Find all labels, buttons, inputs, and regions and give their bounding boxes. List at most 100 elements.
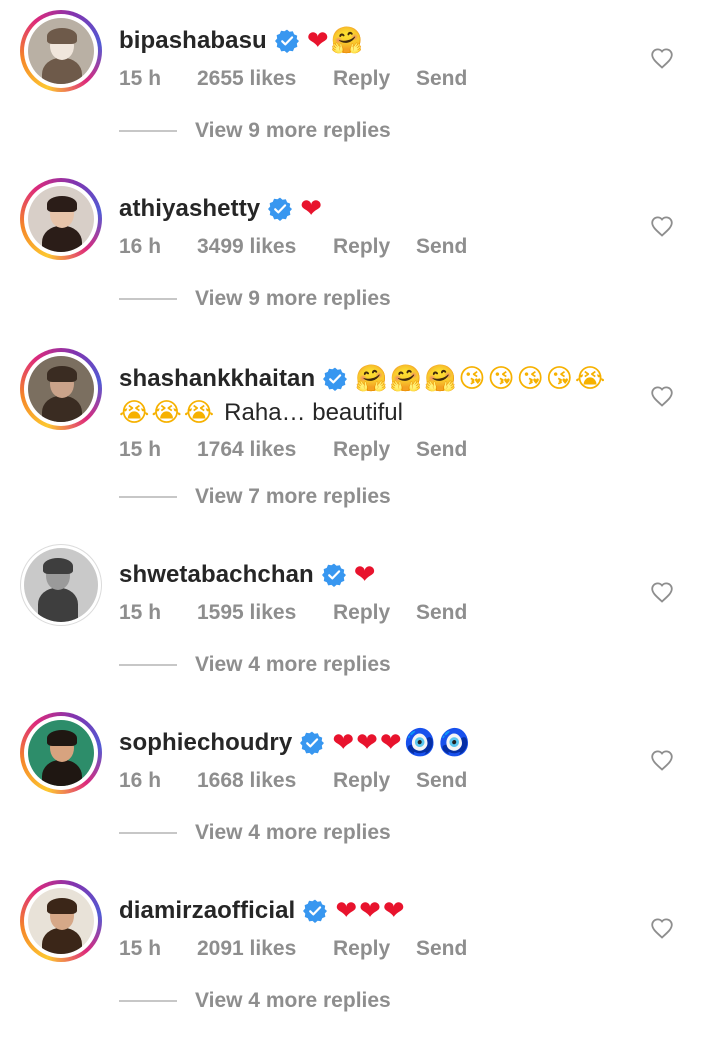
send-button[interactable]: Send <box>416 67 467 91</box>
avatar-image <box>28 186 94 252</box>
like-heart-icon[interactable] <box>650 215 674 237</box>
red-heart-icon: ❤ <box>306 26 329 56</box>
hugging-face-icon: 🤗 <box>330 26 363 56</box>
likes-count[interactable]: 1764 likes <box>197 438 333 462</box>
username-link[interactable]: athiyashetty <box>119 195 260 223</box>
comment-meta: 15 h 1764 likes Reply Send <box>119 435 467 465</box>
reply-button[interactable]: Reply <box>333 769 416 793</box>
hugging-face-icon: 🤗 <box>355 364 388 394</box>
comment-item: sophiechoudry ❤ ❤ ❤ 🧿 🧿 16 h 1668 likes Reply Sen… <box>0 712 713 873</box>
face-blowing-kiss-icon: 😘 <box>516 364 544 394</box>
reply-button[interactable]: Reply <box>333 937 416 961</box>
comment-meta: 15 h 2655 likes Reply Send <box>119 64 467 94</box>
avatar-image <box>28 18 94 84</box>
comment-text: Raha… beautiful <box>224 399 403 426</box>
view-replies-label: View 4 more replies <box>195 821 391 844</box>
loudly-crying-face-icon: 😭 <box>119 398 150 428</box>
username-link[interactable]: shashankkhaitan <box>119 365 315 393</box>
comment-item: shwetabachchan ❤ 15 h 1595 likes Reply Send Vi… <box>0 544 713 705</box>
red-heart-icon: ❤ <box>335 896 358 926</box>
comment-emojis: ❤ ❤ ❤ 🧿 🧿 <box>332 728 472 758</box>
red-heart-icon: ❤ <box>379 728 402 758</box>
replies-divider <box>119 664 177 666</box>
comment-meta: 16 h 1668 likes Reply Send <box>119 766 467 796</box>
nazar-amulet-icon: 🧿 <box>403 728 437 758</box>
view-replies-button[interactable]: View 4 more replies <box>119 989 391 1013</box>
view-replies-label: View 4 more replies <box>195 989 391 1012</box>
comment-emojis: ❤ ❤ ❤ <box>335 896 406 926</box>
comment-body: athiyashetty ❤ <box>119 192 639 226</box>
comment-first-line: bipashabasu ❤ 🤗 <box>119 24 639 58</box>
comment-item: diamirzaofficial ❤ ❤ ❤ 15 h 2091 likes Reply Se… <box>0 880 713 1041</box>
likes-count[interactable]: 2655 likes <box>197 67 333 91</box>
loudly-crying-face-icon: 😭 <box>574 364 606 394</box>
username-link[interactable]: sophiechoudry <box>119 729 292 757</box>
comment-emojis: 🤗 🤗 🤗 😘 😘 😘 😘 😭 <box>355 364 607 394</box>
story-ring-avatar[interactable] <box>20 348 102 430</box>
like-heart-icon[interactable] <box>650 917 674 939</box>
story-ring-avatar[interactable] <box>20 712 102 794</box>
comment-body: shashankkhaitan 🤗 🤗 🤗 😘 😘 😘 😘 😭 😭 😭 😭 Raha… beautifu… <box>119 362 639 430</box>
username-link[interactable]: bipashabasu <box>119 27 267 55</box>
comment-emojis: ❤ <box>354 560 378 590</box>
view-replies-button[interactable]: View 4 more replies <box>119 821 391 845</box>
comment-emojis: ❤ 🤗 <box>307 26 365 56</box>
verified-badge-icon <box>268 197 293 221</box>
send-button[interactable]: Send <box>416 235 467 259</box>
reply-button[interactable]: Reply <box>333 235 416 259</box>
likes-count[interactable]: 3499 likes <box>197 235 333 259</box>
comment-body: shwetabachchan ❤ <box>119 558 639 592</box>
comment-body: sophiechoudry ❤ ❤ ❤ 🧿 🧿 <box>119 726 639 760</box>
comment-item: athiyashetty ❤ 16 h 3499 likes Reply Send View… <box>0 178 713 339</box>
avatar[interactable] <box>20 544 102 626</box>
likes-count[interactable]: 1668 likes <box>197 769 333 793</box>
reply-button[interactable]: Reply <box>333 438 416 462</box>
story-ring-avatar[interactable] <box>20 10 102 92</box>
story-ring-avatar[interactable] <box>20 880 102 962</box>
username-link[interactable]: diamirzaofficial <box>119 897 295 925</box>
like-heart-icon[interactable] <box>650 749 674 771</box>
comment-second-line: 😭 😭 😭 Raha… beautiful <box>119 396 639 430</box>
avatar-image <box>28 356 94 422</box>
view-replies-button[interactable]: View 4 more replies <box>119 653 391 677</box>
replies-divider <box>119 832 177 834</box>
like-heart-icon[interactable] <box>650 385 674 407</box>
send-button[interactable]: Send <box>416 438 467 462</box>
comment-body: bipashabasu ❤ 🤗 <box>119 24 639 58</box>
red-heart-icon: ❤ <box>382 896 405 926</box>
likes-count[interactable]: 2091 likes <box>197 937 333 961</box>
verified-badge-icon <box>321 563 346 587</box>
view-replies-label: View 7 more replies <box>195 485 391 508</box>
reply-button[interactable]: Reply <box>333 67 416 91</box>
replies-divider <box>119 496 177 498</box>
view-replies-label: View 4 more replies <box>195 653 391 676</box>
face-blowing-kiss-icon: 😘 <box>458 364 486 394</box>
view-replies-button[interactable]: View 9 more replies <box>119 119 391 143</box>
story-ring-avatar[interactable] <box>20 178 102 260</box>
comment-first-line: athiyashetty ❤ <box>119 192 639 226</box>
comment-first-line: shashankkhaitan 🤗 🤗 🤗 😘 😘 😘 😘 😭 <box>119 362 639 396</box>
comment-item: bipashabasu ❤ 🤗 15 h 2655 likes Reply Send View… <box>0 10 713 171</box>
verified-badge-icon <box>303 899 328 923</box>
likes-count[interactable]: 1595 likes <box>197 601 333 625</box>
verified-badge-icon <box>323 367 348 391</box>
reply-button[interactable]: Reply <box>333 601 416 625</box>
face-blowing-kiss-icon: 😘 <box>545 364 573 394</box>
view-replies-button[interactable]: View 9 more replies <box>119 287 391 311</box>
loudly-crying-face-icon: 😭 <box>183 398 215 428</box>
nazar-amulet-icon: 🧿 <box>438 728 471 758</box>
comment-body: diamirzaofficial ❤ ❤ ❤ <box>119 894 639 928</box>
send-button[interactable]: Send <box>416 601 467 625</box>
like-heart-icon[interactable] <box>650 581 674 603</box>
like-heart-icon[interactable] <box>650 47 674 69</box>
username-link[interactable]: shwetabachchan <box>119 561 314 589</box>
timestamp: 16 h <box>119 769 162 792</box>
avatar-image <box>28 720 94 786</box>
view-replies-button[interactable]: View 7 more replies <box>119 485 391 509</box>
comment-emojis: ❤ <box>300 194 324 224</box>
comment-meta: 15 h 1595 likes Reply Send <box>119 598 467 628</box>
send-button[interactable]: Send <box>416 769 467 793</box>
send-button[interactable]: Send <box>416 937 467 961</box>
avatar-image <box>28 888 94 954</box>
replies-divider <box>119 130 177 132</box>
